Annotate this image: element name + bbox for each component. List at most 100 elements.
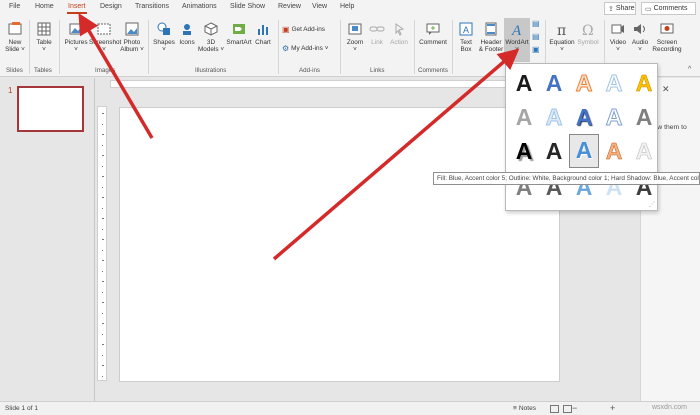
svg-text:Ω: Ω [582,23,594,37]
wordart-style-2[interactable]: A [541,68,567,98]
ruler-tick [102,228,103,230]
tab-insert[interactable]: Insert [67,3,87,14]
text-box-icon: A [459,22,473,36]
text-box-button[interactable]: A Text Box [455,21,477,53]
share-button[interactable]: ⇪ Share [604,2,636,15]
link-icon [369,26,385,32]
zoom-out-icon[interactable]: − [572,403,577,413]
wordart-style-7[interactable]: A [541,102,567,132]
slide-thumbnail[interactable] [17,86,84,132]
video-button[interactable]: Video ˅ [607,21,629,53]
wordart-style-12[interactable]: A [541,136,567,166]
action-button[interactable]: Action [387,21,411,46]
pictures-icon [69,23,83,35]
tab-animations[interactable]: Animations [182,3,217,10]
wordart-style-10[interactable]: A [631,102,657,132]
photo-album-button[interactable]: Photo Album ˅ [119,21,145,53]
slide-canvas[interactable] [119,107,560,382]
wordart-style-5[interactable]: A [631,68,657,98]
ruler-tick [102,365,104,366]
pictures-button[interactable]: Pictures ˅ [62,21,90,53]
wordart-style-14[interactable]: A [601,136,627,166]
symbol-button[interactable]: Ω Symbol [576,21,600,46]
screenshot-button[interactable]: Screenshot ˅ [89,21,121,53]
normal-view-icon[interactable] [550,405,559,413]
wordart-style-3[interactable]: A [571,68,597,98]
wordart-button[interactable]: A WordArt ˅ [504,18,530,62]
tab-review[interactable]: Review [278,3,301,10]
wordart-style-6[interactable]: A [511,102,537,132]
group-images-label: Images [95,67,116,74]
audio-button[interactable]: Audio ˅ [629,21,651,53]
wordart-style-4[interactable]: A [601,68,627,98]
action-icon [395,23,405,36]
slide-number-icon: ▤ [532,32,540,41]
wordart-style-8[interactable]: A [571,102,597,132]
wordart-style-9[interactable]: A [601,102,627,132]
wordart-style-1[interactable]: A [511,68,537,98]
omega-icon: Ω [582,23,594,37]
slide-sorter-icon[interactable] [563,405,572,413]
date-time-button[interactable]: ▤ [532,19,540,28]
tab-home[interactable]: Home [35,3,54,10]
new-slide-button[interactable]: New Slide ˅ [3,21,27,53]
slide-number-button[interactable]: ▤ [532,32,540,41]
task-pane-close-icon[interactable]: ✕ [662,84,670,95]
ruler-tick [102,165,103,167]
zoom-button[interactable]: Zoom ˅ [343,21,367,53]
slide-thumbnail-number: 1 [8,86,13,95]
smartart-button[interactable]: SmartArt [225,21,253,46]
speaker-icon [634,24,645,34]
zoom-in-icon[interactable]: + [610,403,615,413]
tab-slide-show[interactable]: Slide Show [230,3,265,10]
collapse-ribbon-icon[interactable]: ^ [688,66,691,73]
zoom-icon [348,23,362,35]
tab-file[interactable]: File [9,3,20,10]
wordart-style-13[interactable]: A [569,134,599,168]
ruler-tick [102,123,103,125]
store-icon: ▣ [282,25,290,34]
ruler-tick [102,249,103,251]
tab-transitions[interactable]: Transitions [135,3,169,10]
ruler-tick [102,344,104,345]
wordart-gallery[interactable]: A A A A A A A A A A A A A A A A A A A A … [505,63,658,211]
addins-icon: ⚙ [282,44,290,53]
tab-view[interactable]: View [312,3,327,10]
link-button[interactable]: Link [367,21,387,46]
object-button[interactable]: ▣ [532,45,540,54]
new-slide-icon [8,22,22,35]
shapes-button[interactable]: Shapes ˅ [151,21,177,53]
ruler-tick [102,197,104,198]
share-label: Share [615,5,635,12]
ruler-tick [102,134,104,135]
tab-design[interactable]: Design [100,3,122,10]
screen-recording-icon [660,23,674,34]
icons-button[interactable]: Icons [177,21,197,46]
chevron-down-icon: ˅ [324,45,329,52]
comments-button[interactable]: ▭ Comments [641,2,696,15]
group-illustrations-label: Illustrations [195,67,227,74]
date-time-icon: ▤ [532,19,540,28]
chart-button[interactable]: Chart [253,21,273,46]
watermark: wsxdn.com [652,404,688,411]
comment-button[interactable]: Comment [417,21,449,46]
ruler-tick [102,270,103,272]
equation-button[interactable]: π Equation ˅ [548,21,576,53]
table-button[interactable]: Table ˅ [32,21,56,53]
3d-models-button[interactable]: 3D Models ˅ [197,21,225,53]
tab-help[interactable]: Help [340,3,354,10]
wordart-style-15[interactable]: A [631,136,657,166]
screen-recording-button[interactable]: Screen Recording [651,21,683,53]
screenshot-icon [97,23,111,35]
chart-icon [258,25,268,35]
my-addins-button[interactable]: ⚙ My Add-ins ˅ [282,44,329,53]
header-footer-button[interactable]: Header & Footer [478,21,504,53]
vertical-ruler [97,106,107,381]
notes-button[interactable]: ≡ Notes [513,405,536,412]
wordart-style-11[interactable]: A [511,136,537,166]
notes-icon: ≡ [513,405,517,412]
resize-grip-icon[interactable]: ⋰ [649,201,655,208]
status-bar: Slide 1 of 1 ≡ Notes − + [0,401,700,415]
ruler-tick [102,176,104,177]
get-addins-button[interactable]: ▣ Get Add-ins [282,25,325,34]
